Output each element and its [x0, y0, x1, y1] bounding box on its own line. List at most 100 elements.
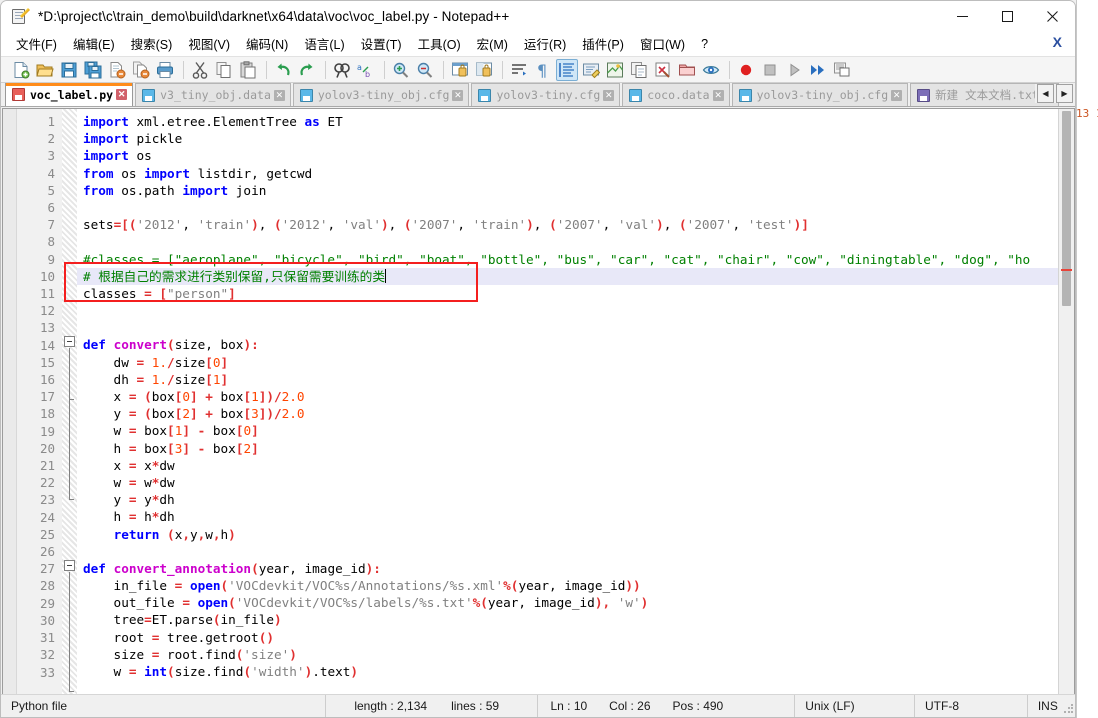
code-line[interactable]	[83, 319, 1074, 336]
code-line[interactable]: from os import listdir, getcwd	[83, 165, 1074, 182]
code-line[interactable]: def convert(size, box):	[83, 336, 1074, 353]
open-file-icon[interactable]	[34, 59, 56, 81]
tab-close-icon[interactable]: ✕	[603, 89, 615, 101]
code-line[interactable]: dw = 1./size[0]	[83, 354, 1074, 371]
fast-play-macro-icon[interactable]	[807, 59, 829, 81]
code-line[interactable]: import os	[83, 147, 1074, 164]
menu-edit[interactable]: 编辑(E)	[67, 32, 121, 55]
code-line[interactable]: sets=[('2012', 'train'), ('2012', 'val')…	[83, 216, 1074, 233]
status-encoding[interactable]: UTF-8	[915, 694, 1028, 717]
copy-icon[interactable]	[213, 59, 235, 81]
code-line[interactable]: classes = ["person"]	[83, 285, 1074, 302]
tab-scroll-left-icon[interactable]: ◀	[1037, 84, 1054, 103]
menu-macro[interactable]: 宏(M)	[471, 32, 514, 55]
paste-icon[interactable]	[237, 59, 259, 81]
fold-toggle-convert-annotation[interactable]	[64, 560, 75, 571]
close-button[interactable]	[1030, 1, 1075, 32]
replace-icon[interactable]: a b	[355, 59, 377, 81]
tab-close-icon[interactable]: ✕	[452, 89, 464, 101]
menu-run[interactable]: 运行(R)	[518, 32, 572, 55]
save-icon[interactable]	[58, 59, 80, 81]
code-line[interactable]: y = (box[2] + box[3])/2.0	[83, 405, 1074, 422]
scrollbar-thumb[interactable]	[1062, 111, 1071, 306]
menu-search[interactable]: 搜索(S)	[125, 32, 179, 55]
tab-yolov3-tiny-obj-cfg-2[interactable]: yolov3-tiny_obj.cfg ✕	[731, 83, 909, 106]
code-line[interactable]: x = (box[0] + box[1])/2.0	[83, 388, 1074, 405]
minimize-button[interactable]	[940, 1, 985, 32]
tab-yolov3-tiny-cfg[interactable]: yolov3-tiny.cfg ✕	[471, 83, 621, 106]
sync-vertical-icon[interactable]	[449, 59, 471, 81]
menu-settings[interactable]: 设置(T)	[355, 32, 408, 55]
code-line[interactable]: #classes = ["aeroplane", "bicycle", "bir…	[83, 251, 1074, 268]
menu-language[interactable]: 语言(L)	[298, 32, 350, 55]
code-line[interactable]: x = x*dw	[83, 457, 1074, 474]
code-line[interactable]: from os.path import join	[83, 182, 1074, 199]
record-macro-icon[interactable]	[735, 59, 757, 81]
maximize-button[interactable]	[985, 1, 1030, 32]
zoom-in-icon[interactable]	[390, 59, 412, 81]
code-line[interactable]: root = tree.getroot()	[83, 629, 1074, 646]
menu-plugins[interactable]: 插件(P)	[576, 32, 630, 55]
code-line[interactable]: # 根据自己的需求进行类别保留,只保留需要训练的类	[77, 267, 1074, 285]
code-line[interactable]	[83, 199, 1074, 216]
find-icon[interactable]	[331, 59, 353, 81]
code-line[interactable]: return (x,y,w,h)	[83, 526, 1074, 543]
code-line[interactable]: w = int(size.find('width').text)	[83, 663, 1074, 680]
word-wrap-icon[interactable]	[508, 59, 530, 81]
menu-file[interactable]: 文件(F)	[10, 32, 63, 55]
undo-icon[interactable]	[272, 59, 294, 81]
tab-coco-data[interactable]: coco.data ✕	[622, 83, 730, 106]
code-line[interactable]: dh = 1./size[1]	[83, 371, 1074, 388]
tab-v3-tiny-obj-data[interactable]: v3_tiny_obj.data ✕	[135, 83, 291, 106]
code-line[interactable]: in_file = open('VOCdevkit/VOC%s/Annotati…	[83, 577, 1074, 594]
code-line[interactable]: y = y*dh	[83, 491, 1074, 508]
new-file-icon[interactable]	[10, 59, 32, 81]
code-line[interactable]	[83, 233, 1074, 250]
code-line[interactable]: w = box[1] - box[0]	[83, 422, 1074, 439]
tab-close-icon[interactable]: ✕	[891, 89, 903, 101]
tab-yolov3-tiny-obj-cfg[interactable]: yolov3-tiny_obj.cfg ✕	[292, 83, 470, 106]
tab-close-icon[interactable]: ✕	[273, 89, 285, 101]
background-window[interactable]: 13 15 16 13 11 12 10 08 ·· 酵 那 件 。 更 4 照…	[1076, 0, 1098, 718]
save-macro-icon[interactable]	[831, 59, 853, 81]
menu-view[interactable]: 视图(V)	[182, 32, 236, 55]
play-macro-icon[interactable]	[783, 59, 805, 81]
menu-encoding[interactable]: 编码(N)	[240, 32, 294, 55]
tab-close-icon[interactable]: ✕	[116, 89, 128, 100]
code-line[interactable]: h = h*dh	[83, 508, 1074, 525]
save-all-icon[interactable]	[82, 59, 104, 81]
bookmark-gutter[interactable]	[3, 109, 17, 694]
fold-gutter[interactable]	[62, 109, 77, 694]
close-file-icon[interactable]	[106, 59, 128, 81]
tab-scroll-right-icon[interactable]: ▶	[1056, 84, 1073, 103]
status-eol-format[interactable]: Unix (LF)	[795, 694, 915, 717]
menu-tools[interactable]: 工具(O)	[412, 32, 467, 55]
close-all-icon[interactable]	[130, 59, 152, 81]
sync-horizontal-icon[interactable]	[473, 59, 495, 81]
tab-close-icon[interactable]: ✕	[712, 89, 724, 101]
fold-toggle-convert[interactable]	[64, 336, 75, 347]
editor-vertical-scrollbar[interactable]	[1058, 109, 1074, 694]
user-language-icon[interactable]	[580, 59, 602, 81]
code-line[interactable]: import pickle	[83, 130, 1074, 147]
stop-recording-icon[interactable]	[759, 59, 781, 81]
code-line[interactable]: import xml.etree.ElementTree as ET	[83, 113, 1074, 130]
code-line[interactable]	[83, 302, 1074, 319]
code-line[interactable]: def convert_annotation(year, image_id):	[83, 560, 1074, 577]
folder-icon[interactable]	[676, 59, 698, 81]
code-line[interactable]: out_file = open('VOCdevkit/VOC%s/labels/…	[83, 594, 1074, 611]
tab-voc-label-py[interactable]: voc_label.py ✕	[5, 83, 134, 106]
print-icon[interactable]	[154, 59, 176, 81]
menu-window[interactable]: 窗口(W)	[634, 32, 691, 55]
cut-icon[interactable]	[189, 59, 211, 81]
editor[interactable]: 1 2 3 4 5 6 7 8 9 10 11 12 13 14 15 16 17 18 19 20 21 22 23 24 2…	[2, 108, 1075, 695]
function-list-icon[interactable]	[628, 59, 650, 81]
code-content[interactable]: import xml.etree.ElementTree as ET import…	[77, 109, 1074, 694]
code-line[interactable]: w = w*dw	[83, 474, 1074, 491]
document-map-icon[interactable]	[604, 59, 626, 81]
code-line[interactable]	[83, 543, 1074, 560]
code-line[interactable]: h = box[3] - box[2]	[83, 440, 1074, 457]
code-line[interactable]: size = root.find('size')	[83, 646, 1074, 663]
code-line[interactable]: tree=ET.parse(in_file)	[83, 611, 1074, 628]
show-all-chars-icon[interactable]: ¶	[532, 59, 554, 81]
